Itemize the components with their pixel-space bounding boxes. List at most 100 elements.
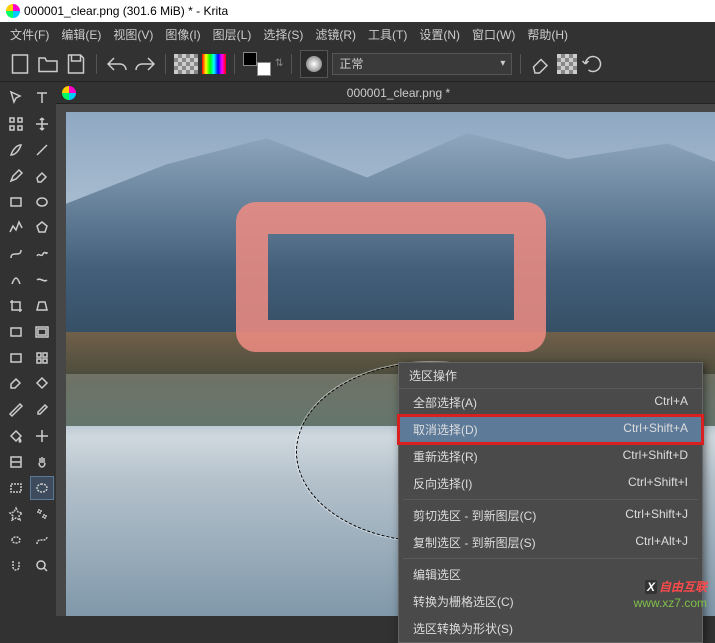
tool-colorize[interactable] [4, 372, 28, 396]
tool-transform[interactable] [4, 112, 28, 136]
menu-item-label: 编辑选区 [413, 566, 461, 583]
menu-settings[interactable]: 设置(N) [413, 24, 466, 45]
menu-item-label: 反向选择(I) [413, 475, 472, 492]
tool-pencil[interactable] [4, 164, 28, 188]
menu-edit[interactable]: 编辑(E) [55, 24, 107, 45]
menu-item-label: 取消选择(D) [413, 421, 478, 438]
tool-assistant[interactable] [30, 424, 54, 448]
save-file-button[interactable] [64, 52, 88, 76]
document-tabbar: 000001_clear.png * [56, 82, 715, 104]
chevron-down-icon: ▾ [500, 58, 505, 69]
tool-dynabrush[interactable] [30, 268, 54, 292]
menu-item-label: 全部选择(A) [413, 394, 477, 411]
context-menu-item[interactable]: 反向选择(I)Ctrl+Shift+I [399, 470, 702, 497]
menu-item-shortcut: Ctrl+Alt+J [635, 534, 688, 551]
menu-item-shortcut: Ctrl+Shift+J [625, 507, 688, 524]
menu-item-label: 剪切选区 - 到新图层(C) [413, 507, 536, 524]
brush-dot-icon [306, 56, 322, 72]
tool-polyline[interactable] [4, 216, 28, 240]
menu-file[interactable]: 文件(F) [4, 24, 55, 45]
context-menu-item[interactable]: 取消选择(D) Ctrl+Shift+A [399, 416, 702, 443]
tool-line[interactable] [30, 138, 54, 162]
tool-frame[interactable] [30, 320, 54, 344]
tool-freehand[interactable] [30, 242, 54, 266]
separator [520, 54, 521, 74]
tool-eraser[interactable] [30, 164, 54, 188]
redo-button[interactable] [133, 52, 157, 76]
reload-preset-button[interactable] [581, 52, 605, 76]
tool-ellipse-select[interactable] [30, 476, 54, 500]
tool-polygon[interactable] [30, 216, 54, 240]
document-tab[interactable]: 000001_clear.png * [82, 86, 715, 100]
eraser-mode-button[interactable] [529, 52, 553, 76]
undo-button[interactable] [105, 52, 129, 76]
context-menu-item[interactable]: 编辑选区 [399, 561, 702, 588]
context-menu-item[interactable]: 重新选择(R)Ctrl+Shift+D [399, 443, 702, 470]
tool-gradient[interactable] [4, 346, 28, 370]
tool-bezier[interactable] [4, 242, 28, 266]
open-file-button[interactable] [36, 52, 60, 76]
menu-select[interactable]: 选择(S) [257, 24, 309, 45]
menu-item-shortcut: Ctrl+Shift+A [623, 421, 688, 438]
tool-freehand-select[interactable] [4, 528, 28, 552]
swap-colors-icon[interactable]: ⇅ [275, 58, 283, 69]
separator [165, 54, 166, 74]
tool-reference[interactable] [4, 450, 28, 474]
main-menubar: 文件(F) 编辑(E) 视图(V) 图像(I) 图层(L) 选择(S) 滤镜(R… [0, 22, 715, 46]
tool-zoom[interactable] [30, 554, 54, 578]
tool-rect2[interactable] [4, 320, 28, 344]
menu-tools[interactable]: 工具(T) [362, 24, 413, 45]
context-menu-item[interactable]: 复制选区 - 到新图层(S) Ctrl+Alt+J [399, 529, 702, 556]
tool-crop[interactable] [4, 294, 28, 318]
tool-magnetic-select[interactable] [4, 554, 28, 578]
menu-filter[interactable]: 滤镜(R) [309, 24, 362, 45]
context-menu-item[interactable]: 转换为栅格选区(C) [399, 588, 702, 615]
blend-mode-combo[interactable]: 正常 ▾ [332, 53, 512, 75]
menu-window[interactable]: 窗口(W) [466, 24, 521, 45]
tool-move[interactable] [30, 112, 54, 136]
tool-ellipse[interactable] [30, 190, 54, 214]
menu-view[interactable]: 视图(V) [107, 24, 159, 45]
selection-context-menu: 选区操作 全部选择(A) Ctrl+A 取消选择(D) Ctrl+Shift+A 重新选… [398, 362, 703, 643]
tool-colorpicker[interactable] [30, 398, 54, 422]
menu-item-shortcut: Ctrl+Shift+D [623, 448, 688, 465]
pattern-swatch-1[interactable] [174, 54, 198, 74]
tool-calligraphy[interactable] [4, 268, 28, 292]
tool-contiguous-select[interactable] [4, 502, 28, 526]
context-menu-separator [403, 499, 698, 500]
tool-brush[interactable] [4, 138, 28, 162]
context-menu-item[interactable]: 选区转换为形状(S) [399, 615, 702, 642]
tool-pattern[interactable] [30, 346, 54, 370]
tool-rect-select[interactable] [4, 476, 28, 500]
tool-text[interactable] [30, 86, 54, 110]
menu-item-shortcut: Ctrl+A [654, 394, 688, 411]
pattern-swatch-2[interactable] [202, 54, 226, 74]
tool-measure[interactable] [4, 398, 28, 422]
separator [291, 54, 292, 74]
tool-perspective[interactable] [30, 294, 54, 318]
alpha-lock-button[interactable] [557, 54, 577, 74]
tool-pan[interactable] [30, 450, 54, 474]
menu-item-label: 复制选区 - 到新图层(S) [413, 534, 536, 551]
tool-rect[interactable] [4, 190, 28, 214]
color-selector[interactable] [243, 52, 271, 76]
new-file-button[interactable] [8, 52, 32, 76]
tool-fill[interactable] [4, 424, 28, 448]
context-menu-separator [403, 558, 698, 559]
menu-layer[interactable]: 图层(L) [207, 24, 258, 45]
menu-help[interactable]: 帮助(H) [521, 24, 574, 45]
window-title: 000001_clear.png (301.6 MiB) * - Krita [24, 4, 228, 18]
brush-preset-button[interactable] [300, 50, 328, 78]
context-menu-item[interactable]: 剪切选区 - 到新图层(C) Ctrl+Shift+J [399, 502, 702, 529]
menu-image[interactable]: 图像(I) [159, 24, 206, 45]
doc-logo-icon [62, 86, 76, 100]
window-titlebar: 000001_clear.png (301.6 MiB) * - Krita [0, 0, 715, 22]
app-logo-icon [6, 4, 20, 18]
tool-bezier-select[interactable] [30, 528, 54, 552]
context-menu-title: 选区操作 [399, 363, 702, 389]
tool-smartfill[interactable] [30, 372, 54, 396]
tool-similar-select[interactable] [30, 502, 54, 526]
context-menu-item[interactable]: 全部选择(A) Ctrl+A [399, 389, 702, 416]
tool-cursor[interactable] [4, 86, 28, 110]
menu-item-label: 选区转换为形状(S) [413, 620, 513, 637]
